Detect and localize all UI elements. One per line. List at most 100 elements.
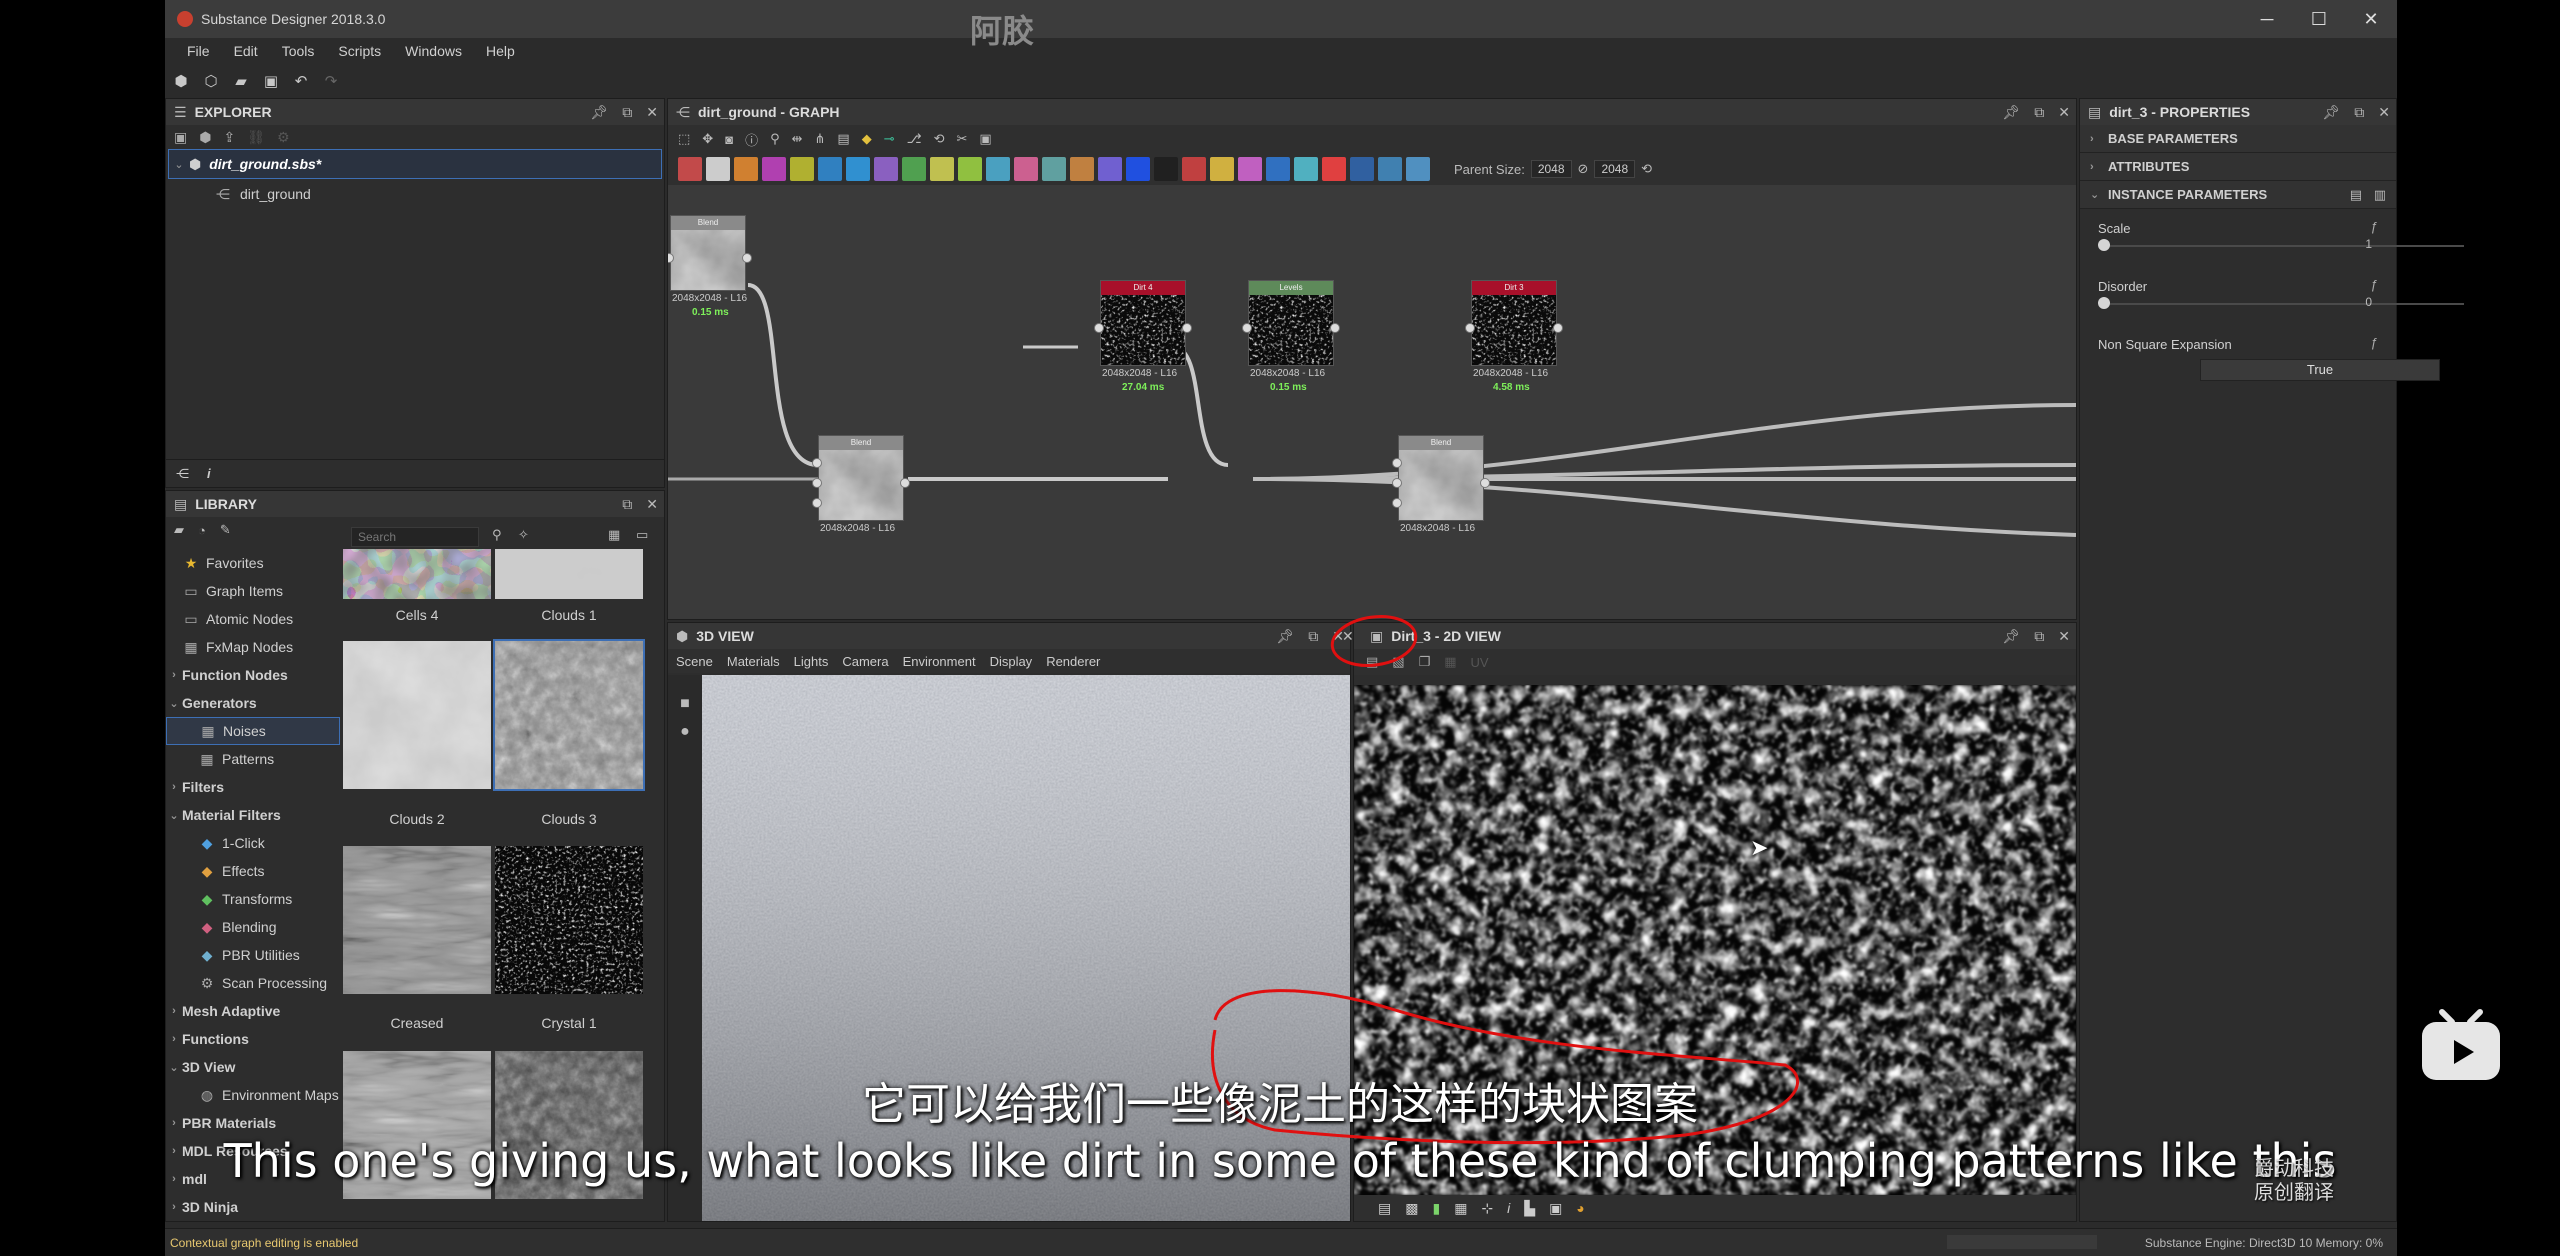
image-icon[interactable]: ▧ bbox=[1392, 654, 1404, 670]
graph-canvas[interactable]: Blend 2048x2048 - L16 0.15 ms Dirt 4 2048x20… bbox=[668, 185, 2076, 619]
output-port[interactable] bbox=[742, 253, 752, 263]
atomic-node-button-icon[interactable] bbox=[1350, 157, 1374, 181]
3d-menu-materials[interactable]: Materials bbox=[727, 654, 780, 669]
atomic-node-button-icon[interactable] bbox=[1210, 157, 1234, 181]
graph-node-dirt-4[interactable]: Dirt 4 bbox=[1100, 280, 1186, 366]
uv-select[interactable]: UV bbox=[1471, 655, 1489, 670]
graph-node-levels[interactable]: Levels bbox=[1248, 280, 1334, 366]
scale-slider-knob[interactable] bbox=[2098, 239, 2110, 251]
input-port[interactable] bbox=[1392, 458, 1402, 468]
histogram-icon[interactable]: ▙ bbox=[1524, 1200, 1535, 1217]
float-icon[interactable]: ⧉ bbox=[622, 496, 632, 513]
pixel-info-icon[interactable]: ⊹ bbox=[1481, 1200, 1493, 1217]
output-port[interactable] bbox=[1330, 323, 1340, 333]
disorder-slider-knob[interactable] bbox=[2098, 297, 2110, 309]
library-tree-item-transforms[interactable]: ◆ Transforms bbox=[166, 885, 340, 913]
close-tab-icon[interactable]: ✕ bbox=[1342, 628, 1354, 645]
favorite-filter-icon[interactable]: ✧ bbox=[518, 527, 529, 543]
thumbnail-creased[interactable] bbox=[343, 846, 491, 994]
reset-icon[interactable]: ⟲ bbox=[1641, 161, 1652, 177]
atomic-node-button-icon[interactable] bbox=[1098, 157, 1122, 181]
thumbnail-cells-4[interactable] bbox=[343, 549, 491, 599]
thumbnail-clouds-1[interactable] bbox=[495, 549, 643, 599]
atomic-node-button-icon[interactable] bbox=[958, 157, 982, 181]
input-port[interactable] bbox=[812, 498, 822, 508]
atomic-node-button-icon[interactable] bbox=[1238, 157, 1262, 181]
library-tree-item-favorites[interactable]: ★ Favorites bbox=[166, 549, 340, 577]
output-port[interactable] bbox=[1182, 323, 1192, 333]
float-icon[interactable]: ⧉ bbox=[1308, 628, 1318, 645]
preset-save-icon[interactable]: ▥ bbox=[2374, 187, 2386, 203]
explorer-package-row[interactable]: ⌄ ⬢ dirt_ground.sbs* bbox=[168, 149, 662, 179]
expand-arrow-icon[interactable]: › bbox=[166, 1033, 182, 1045]
settings-icon[interactable]: ⚙ bbox=[277, 129, 290, 146]
graph-node-blend[interactable]: Blend bbox=[818, 435, 904, 521]
output-port[interactable] bbox=[1480, 478, 1490, 488]
new-graph-icon[interactable]: ⬡ bbox=[201, 71, 221, 91]
info-icon[interactable]: i bbox=[207, 466, 211, 481]
filter-icon[interactable]: ⚲ bbox=[492, 527, 502, 543]
menu-file[interactable]: File bbox=[175, 43, 222, 59]
pin-icon[interactable]: 📌︎ bbox=[2002, 628, 2020, 645]
library-tree-item-pbr-utilities[interactable]: ◆ PBR Utilities bbox=[166, 941, 340, 969]
search-icon[interactable]: ⚲ bbox=[770, 131, 780, 147]
copy-icon[interactable]: ❐ bbox=[1419, 654, 1431, 670]
new-folder-icon[interactable]: ▰ bbox=[174, 522, 184, 538]
atomic-node-button-icon[interactable] bbox=[818, 157, 842, 181]
atomic-node-button-icon[interactable] bbox=[930, 157, 954, 181]
library-tree-item-scan-processing[interactable]: ⚙ Scan Processing bbox=[166, 969, 340, 997]
input-port[interactable] bbox=[812, 478, 822, 488]
3d-menu-display[interactable]: Display bbox=[990, 654, 1033, 669]
color-channel-icon[interactable]: ▮ bbox=[1432, 1200, 1440, 1217]
pin-icon[interactable]: 📌︎ bbox=[2002, 104, 2020, 121]
input-port[interactable] bbox=[1392, 478, 1402, 488]
python-icon[interactable]: ◆ bbox=[862, 131, 872, 147]
output-port[interactable] bbox=[900, 478, 910, 488]
collapse-arrow-icon[interactable]: ⌄ bbox=[169, 158, 189, 171]
atomic-node-button-icon[interactable] bbox=[1266, 157, 1290, 181]
preset-icon[interactable]: ▤ bbox=[2350, 187, 2362, 203]
explorer-graph-row[interactable]: ⋲ dirt_ground bbox=[166, 179, 664, 209]
library-tree-item-atomic-nodes[interactable]: ▭ Atomic Nodes bbox=[166, 605, 340, 633]
pin-icon[interactable]: 📌︎ bbox=[2322, 104, 2340, 121]
publish-icon[interactable]: ⇪ bbox=[223, 129, 235, 146]
new-package-icon[interactable]: ⬢ bbox=[171, 71, 191, 91]
float-icon[interactable]: ⧉ bbox=[2354, 104, 2364, 121]
pin-icon[interactable]: 📌︎ bbox=[1276, 628, 1294, 645]
close-window-button[interactable]: ✕ bbox=[2345, 0, 2397, 38]
display-icon[interactable]: ▣ bbox=[1549, 1200, 1562, 1217]
library-search-input[interactable]: Search bbox=[351, 527, 479, 547]
expand-arrow-icon[interactable]: ⌄ bbox=[166, 697, 182, 710]
tree-icon[interactable]: ⋲ bbox=[176, 466, 189, 482]
graph-node-blend[interactable]: Blend bbox=[1398, 435, 1484, 521]
library-tree-item-graph-items[interactable]: ▭ Graph Items bbox=[166, 577, 340, 605]
layers-icon[interactable]: ▤ bbox=[1366, 654, 1378, 670]
refresh-icon[interactable]: ◔ bbox=[198, 523, 206, 538]
atomic-node-button-icon[interactable] bbox=[846, 157, 870, 181]
atomic-node-button-icon[interactable] bbox=[1070, 157, 1094, 181]
branch-icon[interactable]: ⎇ bbox=[907, 131, 922, 147]
atomic-node-button-icon[interactable] bbox=[1126, 157, 1150, 181]
3d-menu-scene[interactable]: Scene bbox=[676, 654, 713, 669]
3d-menu-lights[interactable]: Lights bbox=[794, 654, 829, 669]
float-icon[interactable]: ⧉ bbox=[622, 104, 632, 121]
float-icon[interactable]: ⧉ bbox=[2034, 628, 2044, 645]
layout-icon[interactable]: ▤ bbox=[837, 131, 849, 147]
library-tree-item-fxmap-nodes[interactable]: ▦ FxMap Nodes bbox=[166, 633, 340, 661]
expand-arrow-icon[interactable]: › bbox=[166, 781, 182, 793]
input-port[interactable] bbox=[812, 458, 822, 468]
menu-scripts[interactable]: Scripts bbox=[326, 43, 393, 59]
graph-node-blend[interactable]: Blend bbox=[670, 215, 746, 291]
library-tree-item-function-nodes[interactable]: › Function Nodes bbox=[166, 661, 340, 689]
link-icon[interactable]: ⛓ bbox=[247, 129, 265, 146]
info-icon[interactable]: i bbox=[1507, 1200, 1510, 1216]
atomic-node-button-icon[interactable] bbox=[1294, 157, 1318, 181]
atomic-node-button-icon[interactable] bbox=[1042, 157, 1066, 181]
grid-view-icon[interactable]: ▦ bbox=[608, 527, 620, 543]
library-tree-item-patterns[interactable]: ▦ Patterns bbox=[166, 745, 340, 773]
attributes-section[interactable]: › ATTRIBUTES bbox=[2080, 153, 2396, 181]
move-icon[interactable]: ✥ bbox=[702, 131, 713, 147]
expand-arrow-icon[interactable]: › bbox=[166, 669, 182, 681]
library-tree-item-blending[interactable]: ◆ Blending bbox=[166, 913, 340, 941]
thumbnail-clouds-2[interactable] bbox=[343, 641, 491, 789]
